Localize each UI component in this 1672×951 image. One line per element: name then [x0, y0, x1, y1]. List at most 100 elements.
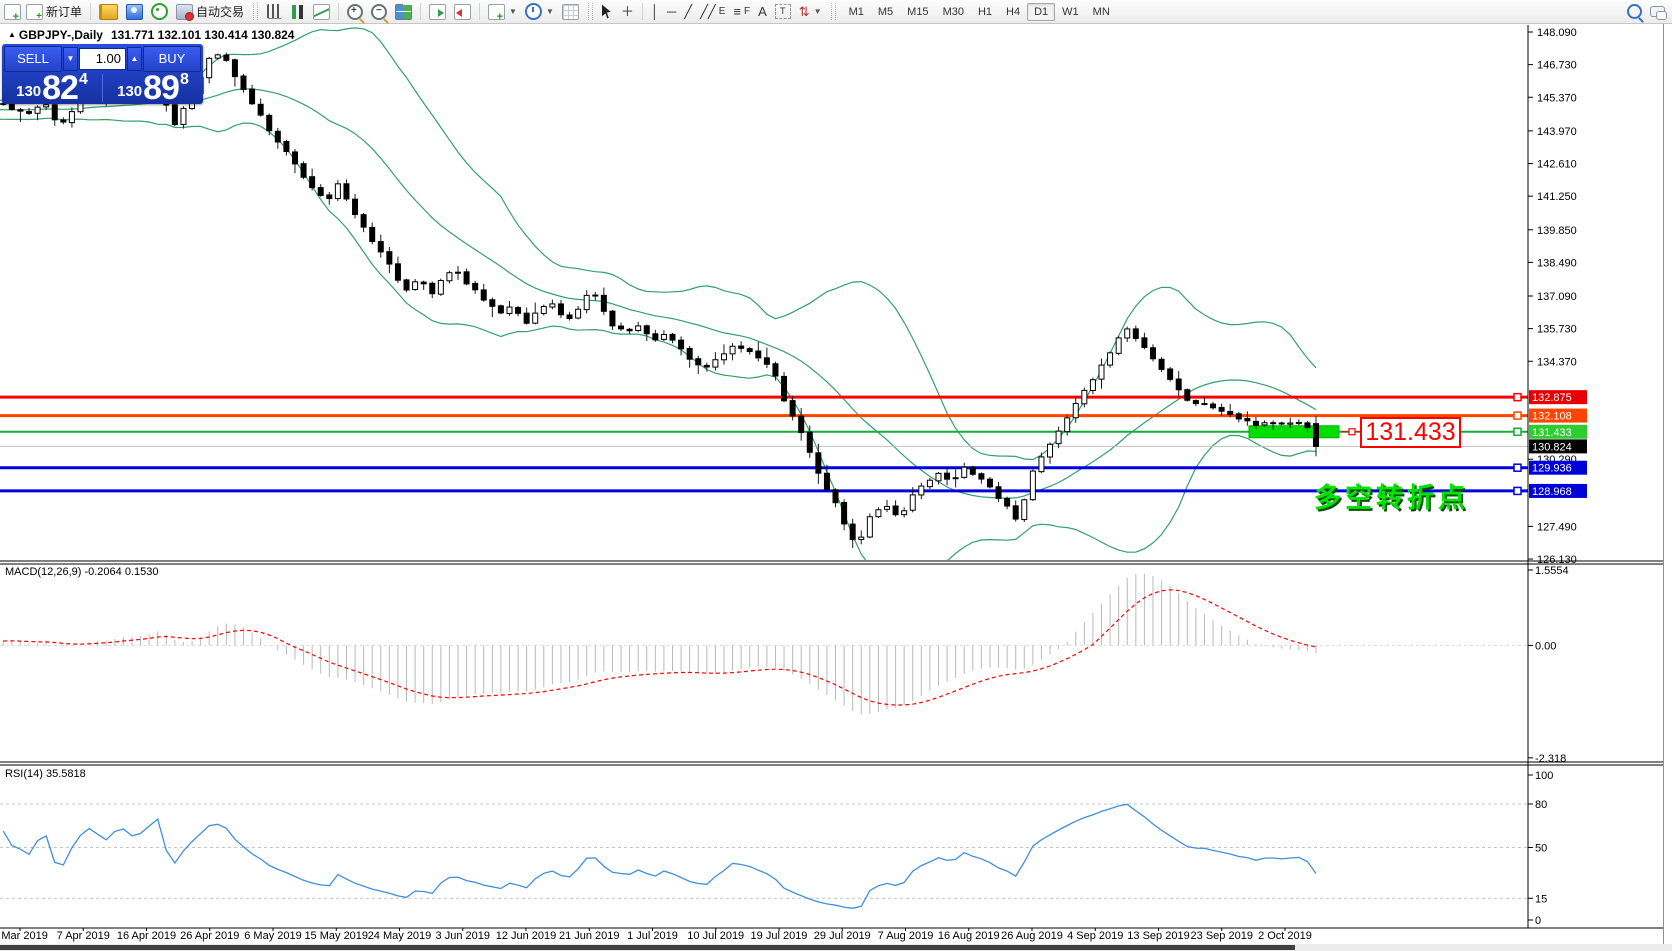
community-button[interactable]: [123, 3, 146, 21]
candle: [600, 294, 607, 312]
toolbar-drag-handle[interactable]: [587, 3, 593, 20]
volume-input[interactable]: 1.00: [79, 48, 126, 70]
channel-e-label: E: [718, 5, 726, 17]
timeframe-H1[interactable]: H1: [971, 3, 999, 21]
channel-tool[interactable]: ╱╱ E: [697, 4, 728, 20]
line-end-marker[interactable]: [1513, 486, 1522, 496]
chart-shift-button[interactable]: [451, 3, 474, 21]
trendline-tool[interactable]: ╱: [681, 4, 695, 20]
candle: [789, 400, 796, 417]
auto-trading-button[interactable]: 自动交易: [173, 2, 247, 21]
templates-button[interactable]: [559, 3, 582, 21]
periods-button[interactable]: ▼: [522, 2, 557, 21]
buy-price[interactable]: 130 89 8: [103, 69, 203, 107]
toolbar-drag-handle[interactable]: [830, 3, 836, 20]
date-label: 26 Apr 2019: [180, 930, 239, 942]
candle: [506, 306, 513, 314]
volume-increase-button[interactable]: ▲: [127, 47, 142, 71]
candle: [669, 333, 676, 341]
date-label: 23 Sep 2019: [1191, 930, 1253, 942]
new-chart-icon[interactable]: [4, 3, 21, 23]
macd-tick-label: 0.00: [1535, 640, 1556, 652]
timeframe-MN[interactable]: MN: [1086, 3, 1117, 21]
crosshair-tool-button[interactable]: ＋: [618, 4, 637, 20]
price-chip-label: 128.968: [1532, 486, 1572, 498]
price-tick-label: 137.090: [1537, 291, 1577, 303]
toolbar-separator: [90, 3, 92, 20]
new-order-button[interactable]: 新订单: [23, 2, 85, 22]
signals-button[interactable]: [148, 2, 171, 21]
candle: [214, 54, 221, 59]
text-tool[interactable]: A: [755, 4, 770, 20]
candle: [1149, 347, 1156, 360]
chat-button[interactable]: [1647, 5, 1668, 20]
timeframe-W1[interactable]: W1: [1055, 3, 1086, 21]
line-end-marker[interactable]: [1513, 411, 1522, 420]
arrows-tool[interactable]: ⇅ ▼: [796, 4, 825, 20]
profiles-button[interactable]: [96, 3, 121, 21]
timeframe-D1[interactable]: D1: [1027, 2, 1056, 21]
auto-scroll-icon: [429, 3, 447, 20]
search-button[interactable]: [1624, 3, 1645, 20]
candle: [472, 282, 479, 291]
highlight-zone[interactable]: [1248, 425, 1340, 439]
candle: [1081, 389, 1088, 405]
price-chip-label: 130.824: [1532, 441, 1572, 453]
tile-windows-button[interactable]: [392, 3, 415, 21]
line-chart-icon: [313, 3, 331, 20]
candle: [781, 375, 788, 402]
auto-scroll-button[interactable]: [426, 3, 449, 21]
candle: [703, 364, 710, 368]
zoom-out-button[interactable]: [368, 3, 390, 21]
candle: [231, 59, 238, 78]
timeframe-M30[interactable]: M30: [936, 3, 971, 21]
candlestick-chart-button[interactable]: [287, 4, 308, 20]
line-end-marker[interactable]: [1513, 463, 1522, 472]
price-tick-label: 135.730: [1537, 324, 1577, 336]
chevron-down-icon: ▼: [545, 7, 554, 16]
timeframe-M15[interactable]: M15: [900, 3, 935, 21]
timeframe-M1[interactable]: M1: [842, 3, 871, 21]
timeframe-M5[interactable]: M5: [871, 3, 900, 21]
callout-anchor[interactable]: [1348, 428, 1356, 436]
price-tick-label: 127.490: [1537, 521, 1577, 533]
candle: [1192, 400, 1199, 405]
collapse-arrow-icon[interactable]: ▲: [8, 30, 16, 39]
candle: [1089, 379, 1096, 392]
candle: [1012, 505, 1019, 520]
sell-price-pips: 82: [42, 69, 79, 107]
candle: [1141, 337, 1148, 348]
text-label-tool[interactable]: T: [772, 3, 794, 20]
vertical-line-tool[interactable]: │: [648, 4, 662, 20]
volume-decrease-button[interactable]: ▼: [63, 47, 78, 71]
candle: [686, 347, 693, 360]
candle: [926, 479, 933, 488]
line-end-marker[interactable]: [1513, 392, 1522, 402]
fibonacci-tool[interactable]: ≡ F: [730, 4, 753, 20]
indicators-button[interactable]: ▼: [485, 3, 520, 23]
candle: [1304, 422, 1311, 429]
turning-point-annotation[interactable]: 多空转折点: [1314, 476, 1469, 515]
scrollbar-thumb[interactable]: [0, 945, 1295, 950]
timeframe-H4[interactable]: H4: [999, 3, 1027, 21]
zoom-in-button[interactable]: [344, 3, 366, 21]
candle: [1270, 422, 1277, 425]
buy-price-pips: 89: [143, 69, 180, 107]
candle: [806, 431, 813, 453]
line-chart-button[interactable]: [310, 3, 333, 21]
date-label: 16 Apr 2019: [117, 930, 176, 942]
line-end-marker[interactable]: [1513, 427, 1522, 437]
candle: [1055, 430, 1062, 445]
bar-chart-button[interactable]: [264, 3, 285, 20]
price-callout-box[interactable]: 131.433: [1360, 417, 1461, 448]
horizontal-line-tool[interactable]: ─: [664, 4, 679, 20]
toolbar-drag-handle[interactable]: [253, 3, 259, 20]
candle: [523, 312, 530, 324]
date-label: 7 Apr 2019: [57, 930, 110, 942]
cursor-tool-button[interactable]: [599, 4, 616, 20]
horizontal-scrollbar[interactable]: [0, 944, 1672, 951]
candle: [884, 506, 890, 510]
sell-price[interactable]: 130 82 4: [2, 69, 102, 107]
macd-tick-label: -2.318: [1535, 753, 1566, 765]
candle: [532, 312, 539, 324]
